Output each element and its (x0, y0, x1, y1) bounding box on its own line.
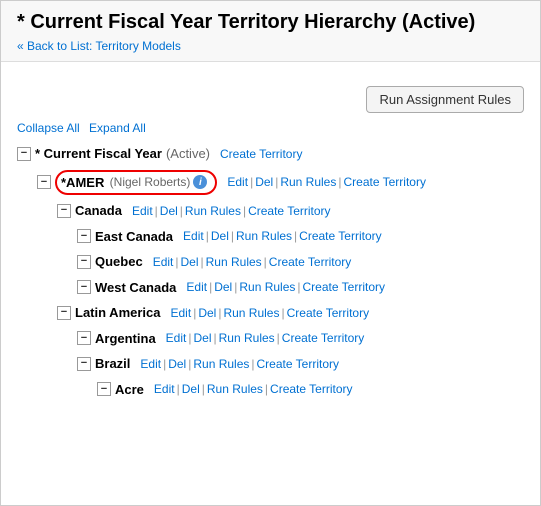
amer-del-link[interactable]: Del (255, 175, 273, 189)
root-node-name: * Current Fiscal Year (35, 144, 162, 164)
tree-row-argentina: − Argentina Edit|Del|Run Rules|Create Te… (17, 326, 524, 352)
amer-node-owner: (Nigel Roberts) (106, 173, 190, 191)
territory-tree: − * Current Fiscal Year (Active) Create … (17, 141, 524, 402)
quebec-node-actions: Edit|Del|Run Rules|Create Territory (153, 253, 352, 271)
collapse-expand-bar: Collapse All Expand All (17, 121, 524, 135)
east-canada-node-name: East Canada (95, 227, 173, 247)
toggle-east-canada[interactable]: − (77, 229, 91, 243)
back-to-list-link[interactable]: « Back to List: Territory Models (17, 39, 181, 53)
amer-node-actions: Edit|Del|Run Rules|Create Territory (227, 173, 426, 191)
tree-row-amer: − *AMER (Nigel Roberts) i Edit|Del|Run R… (17, 167, 524, 199)
argentina-run-rules-link[interactable]: Run Rules (219, 331, 275, 345)
acre-node-actions: Edit|Del|Run Rules|Create Territory (154, 380, 353, 398)
west-canada-node-name: West Canada (95, 278, 176, 298)
toggle-latin-america[interactable]: − (57, 306, 71, 320)
tree-row-acre: − Acre Edit|Del|Run Rules|Create Territo… (17, 377, 524, 403)
latin-america-node-actions: Edit|Del|Run Rules|Create Territory (171, 304, 370, 322)
acre-run-rules-link[interactable]: Run Rules (207, 382, 263, 396)
amer-highlight-box: *AMER (Nigel Roberts) i (55, 170, 217, 196)
toggle-amer[interactable]: − (37, 175, 51, 189)
east-canada-run-rules-link[interactable]: Run Rules (236, 229, 292, 243)
acre-edit-link[interactable]: Edit (154, 382, 175, 396)
quebec-node-name: Quebec (95, 252, 143, 272)
amer-node-name: *AMER (61, 173, 104, 193)
latin-america-edit-link[interactable]: Edit (171, 306, 192, 320)
toggle-acre[interactable]: − (97, 382, 111, 396)
quebec-edit-link[interactable]: Edit (153, 255, 174, 269)
acre-del-link[interactable]: Del (182, 382, 200, 396)
canada-del-link[interactable]: Del (160, 204, 178, 218)
latin-america-create-territory-link[interactable]: Create Territory (287, 306, 369, 320)
collapse-all-link[interactable]: Collapse All (17, 121, 80, 135)
quebec-create-territory-link[interactable]: Create Territory (269, 255, 351, 269)
acre-create-territory-link[interactable]: Create Territory (270, 382, 352, 396)
tree-row-west-canada: − West Canada Edit|Del|Run Rules|Create … (17, 275, 524, 301)
argentina-del-link[interactable]: Del (193, 331, 211, 345)
east-canada-node-actions: Edit|Del|Run Rules|Create Territory (183, 227, 382, 245)
canada-run-rules-link[interactable]: Run Rules (185, 204, 241, 218)
tree-row-latin-america: − Latin America Edit|Del|Run Rules|Creat… (17, 300, 524, 326)
canada-create-territory-link[interactable]: Create Territory (248, 204, 330, 218)
argentina-create-territory-link[interactable]: Create Territory (282, 331, 364, 345)
canada-node-actions: Edit|Del|Run Rules|Create Territory (132, 202, 331, 220)
west-canada-node-actions: Edit|Del|Run Rules|Create Territory (186, 278, 385, 296)
expand-all-link[interactable]: Expand All (89, 121, 146, 135)
tree-row-canada: − Canada Edit|Del|Run Rules|Create Terri… (17, 198, 524, 224)
toggle-root[interactable]: − (17, 147, 31, 161)
quebec-run-rules-link[interactable]: Run Rules (206, 255, 262, 269)
root-node-actions: Create Territory (220, 145, 302, 163)
brazil-del-link[interactable]: Del (168, 357, 186, 371)
page-title: * Current Fiscal Year Territory Hierarch… (17, 11, 524, 34)
east-canada-create-territory-link[interactable]: Create Territory (299, 229, 381, 243)
brazil-node-name: Brazil (95, 354, 130, 374)
root-create-territory-link[interactable]: Create Territory (220, 147, 302, 161)
west-canada-run-rules-link[interactable]: Run Rules (239, 280, 295, 294)
tree-row-root: − * Current Fiscal Year (Active) Create … (17, 141, 524, 167)
brazil-run-rules-link[interactable]: Run Rules (193, 357, 249, 371)
west-canada-del-link[interactable]: Del (214, 280, 232, 294)
toggle-argentina[interactable]: − (77, 331, 91, 345)
toggle-quebec[interactable]: − (77, 255, 91, 269)
brazil-create-territory-link[interactable]: Create Territory (257, 357, 339, 371)
west-canada-edit-link[interactable]: Edit (186, 280, 207, 294)
info-icon-amer[interactable]: i (193, 175, 207, 189)
acre-node-name: Acre (115, 380, 144, 400)
amer-edit-link[interactable]: Edit (227, 175, 248, 189)
toggle-canada[interactable]: − (57, 204, 71, 218)
amer-create-territory-link[interactable]: Create Territory (343, 175, 425, 189)
canada-edit-link[interactable]: Edit (132, 204, 153, 218)
tree-row-quebec: − Quebec Edit|Del|Run Rules|Create Terri… (17, 249, 524, 275)
east-canada-del-link[interactable]: Del (211, 229, 229, 243)
latin-america-del-link[interactable]: Del (198, 306, 216, 320)
brazil-node-actions: Edit|Del|Run Rules|Create Territory (140, 355, 339, 373)
west-canada-create-territory-link[interactable]: Create Territory (303, 280, 385, 294)
toggle-west-canada[interactable]: − (77, 280, 91, 294)
east-canada-edit-link[interactable]: Edit (183, 229, 204, 243)
argentina-node-actions: Edit|Del|Run Rules|Create Territory (166, 329, 365, 347)
toggle-brazil[interactable]: − (77, 357, 91, 371)
brazil-edit-link[interactable]: Edit (140, 357, 161, 371)
root-node-status: (Active) (166, 144, 210, 164)
canada-node-name: Canada (75, 201, 122, 221)
amer-run-rules-link[interactable]: Run Rules (280, 175, 336, 189)
run-assignment-rules-button[interactable]: Run Assignment Rules (366, 86, 524, 113)
latin-america-node-name: Latin America (75, 303, 161, 323)
argentina-node-name: Argentina (95, 329, 156, 349)
argentina-edit-link[interactable]: Edit (166, 331, 187, 345)
tree-row-east-canada: − East Canada Edit|Del|Run Rules|Create … (17, 224, 524, 250)
quebec-del-link[interactable]: Del (181, 255, 199, 269)
latin-america-run-rules-link[interactable]: Run Rules (223, 306, 279, 320)
tree-row-brazil: − Brazil Edit|Del|Run Rules|Create Terri… (17, 351, 524, 377)
